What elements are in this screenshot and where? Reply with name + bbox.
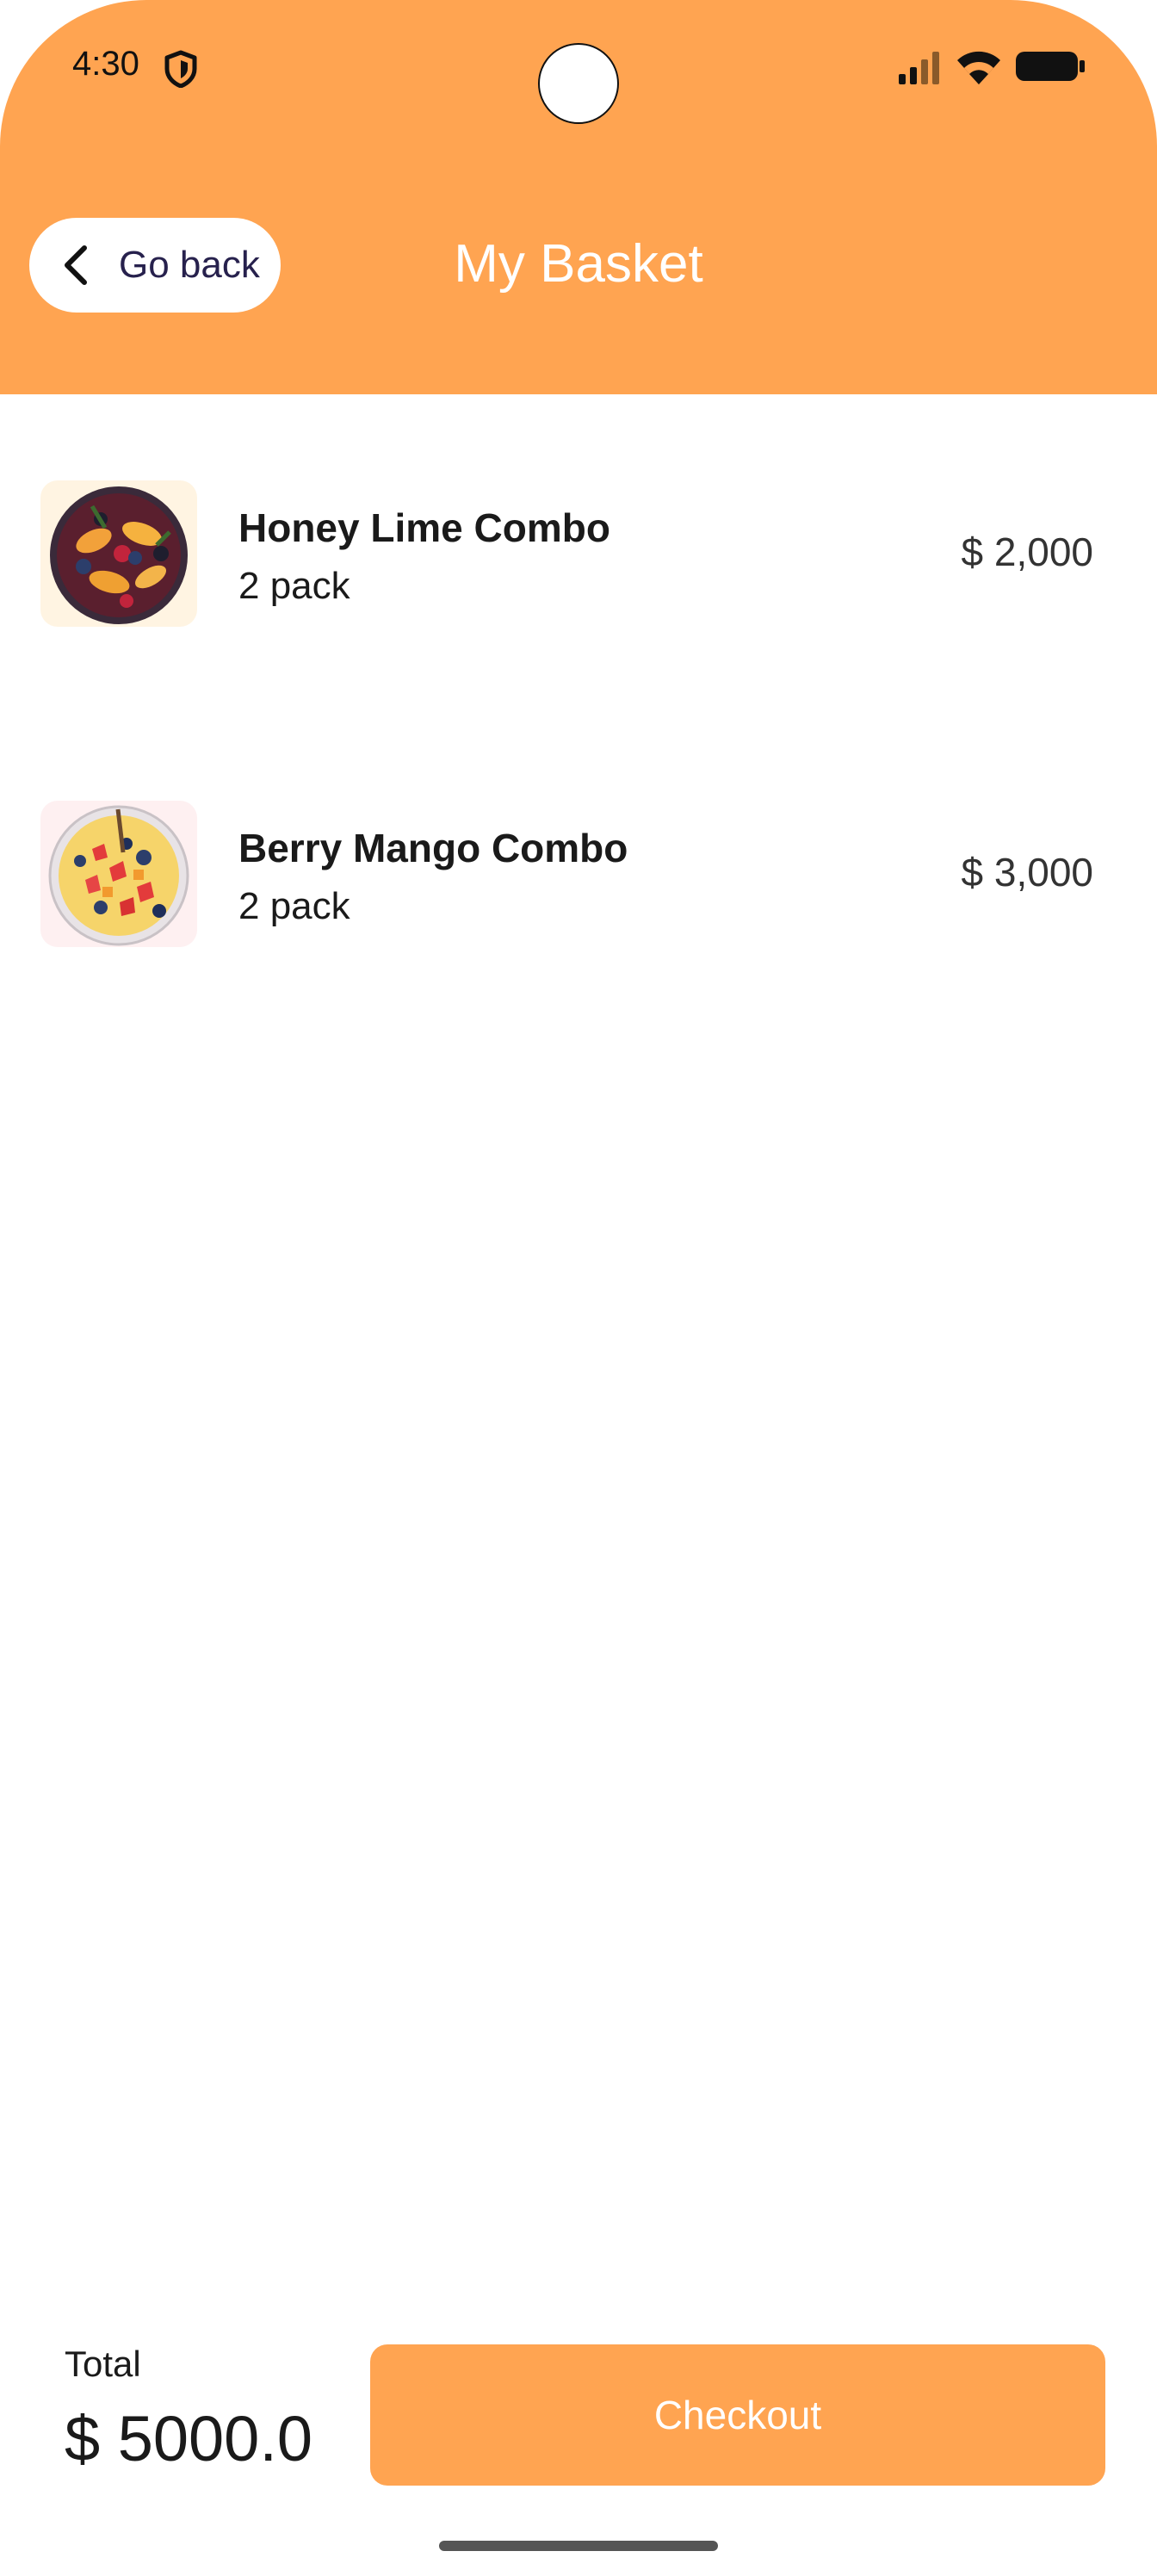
total-label: Total: [65, 2344, 141, 2384]
battery-icon: [1016, 52, 1085, 81]
basket-item[interactable]: Honey Lime Combo 2 pack $ 2,000: [0, 480, 1157, 635]
wifi-icon: [957, 51, 1000, 84]
item-name: Berry Mango Combo: [238, 826, 628, 870]
item-quantity: 2 pack: [238, 885, 350, 927]
item-name: Honey Lime Combo: [238, 505, 610, 550]
page-title: My Basket: [454, 234, 703, 294]
fruit-bowl-image: [48, 805, 189, 946]
checkout-button[interactable]: Checkout: [370, 2344, 1105, 2486]
header: 4:30 Go back My Basket: [0, 0, 1157, 394]
phone-screen: 4:30 Go back My Basket Honey Lime Combo …: [0, 0, 1157, 2576]
total-value: $ 5000.0: [65, 2403, 313, 2474]
item-price: $ 2,000: [961, 529, 1093, 574]
status-time: 4:30: [72, 45, 139, 83]
front-camera: [538, 43, 619, 124]
item-thumbnail: [40, 480, 197, 627]
item-quantity: 2 pack: [238, 565, 350, 607]
item-price: $ 3,000: [961, 850, 1093, 895]
basket-item[interactable]: Berry Mango Combo 2 pack $ 3,000: [0, 801, 1157, 956]
shield-icon: [164, 50, 197, 88]
fruit-bowl-image: [50, 486, 188, 624]
item-thumbnail: [40, 801, 197, 947]
cellular-signal-icon: [899, 52, 939, 84]
home-indicator[interactable]: [439, 2541, 718, 2551]
